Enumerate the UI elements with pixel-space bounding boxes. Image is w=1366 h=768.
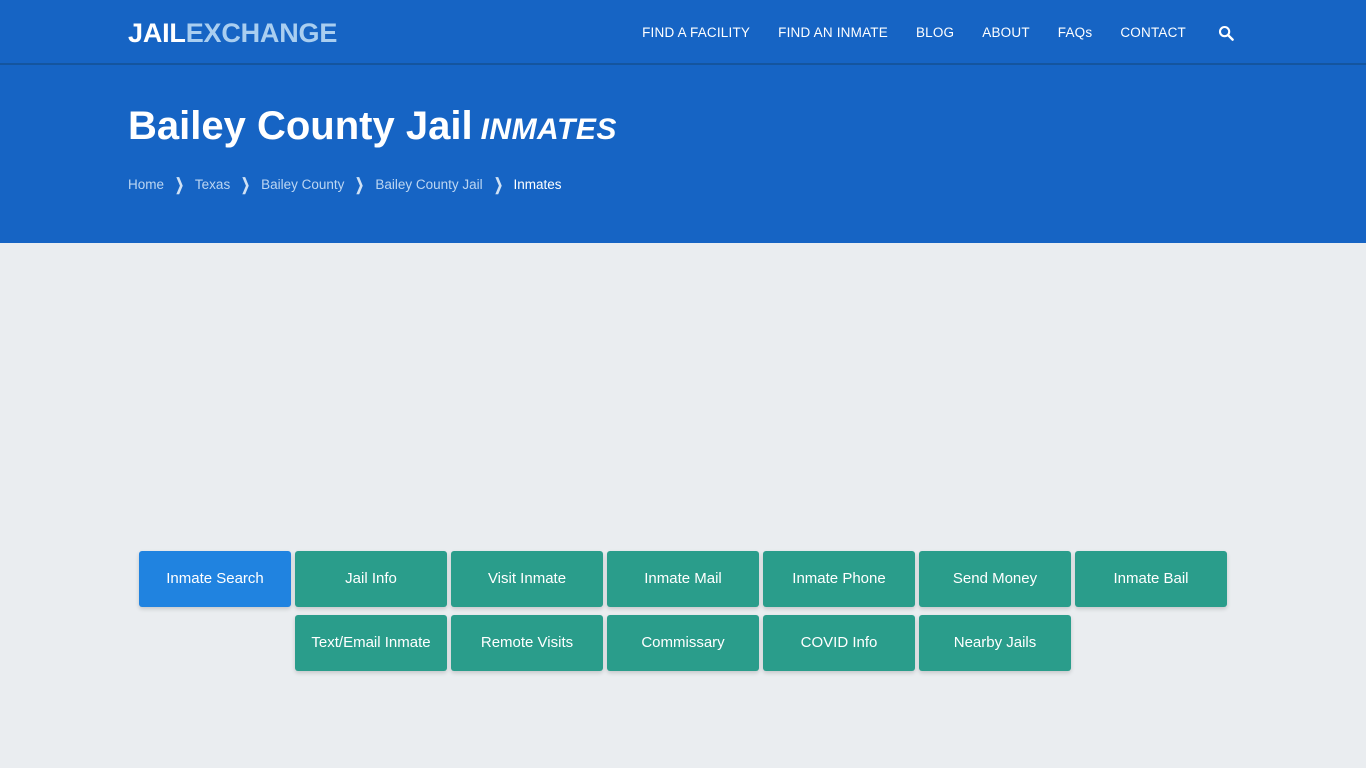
breadcrumb-separator-icon: ❯ bbox=[241, 175, 251, 194]
tab-jail-info[interactable]: Jail Info bbox=[295, 551, 447, 607]
tab-row-secondary: Text/Email Inmate Remote Visits Commissa… bbox=[139, 615, 1229, 671]
logo-text-secondary: EXCHANGE bbox=[185, 18, 338, 48]
tab-inmate-mail[interactable]: Inmate Mail bbox=[607, 551, 759, 607]
main-navigation: FIND A FACILITY FIND AN INMATE BLOG ABOU… bbox=[628, 0, 1238, 65]
tab-inmate-phone[interactable]: Inmate Phone bbox=[763, 551, 915, 607]
breadcrumb-separator-icon: ❯ bbox=[355, 175, 365, 194]
search-button[interactable] bbox=[1200, 25, 1238, 41]
tab-nearby-jails[interactable]: Nearby Jails bbox=[919, 615, 1071, 671]
page-title: Bailey County Jail INMATES bbox=[128, 65, 1238, 153]
nav-item-blog[interactable]: BLOG bbox=[902, 0, 968, 65]
tab-remote-visits[interactable]: Remote Visits bbox=[451, 615, 603, 671]
breadcrumb: Home ❯ Texas ❯ Bailey County ❯ Bailey Co… bbox=[128, 175, 1238, 194]
breadcrumb-separator-icon: ❯ bbox=[493, 175, 503, 194]
top-navbar: JAILEXCHANGE FIND A FACILITY FIND AN INM… bbox=[0, 0, 1366, 65]
nav-item-find-a-facility[interactable]: FIND A FACILITY bbox=[628, 0, 764, 65]
main-content: Inmate Search Jail Info Visit Inmate Inm… bbox=[0, 243, 1366, 768]
hero-content: Bailey County Jail INMATES Home ❯ Texas ❯… bbox=[128, 65, 1238, 194]
tab-covid-info[interactable]: COVID Info bbox=[763, 615, 915, 671]
breadcrumb-item-bailey-county-jail[interactable]: Bailey County Jail bbox=[375, 177, 482, 193]
nav-item-about[interactable]: ABOUT bbox=[968, 0, 1044, 65]
page-title-suffix: INMATES bbox=[480, 113, 617, 146]
nav-item-contact[interactable]: CONTACT bbox=[1106, 0, 1200, 65]
facility-tab-strip: Inmate Search Jail Info Visit Inmate Inm… bbox=[139, 551, 1229, 679]
search-icon bbox=[1218, 25, 1234, 41]
page-title-main: Bailey County Jail bbox=[128, 104, 473, 148]
breadcrumb-item-home[interactable]: Home bbox=[128, 177, 164, 193]
tab-row-primary: Inmate Search Jail Info Visit Inmate Inm… bbox=[139, 551, 1229, 607]
tab-inmate-bail[interactable]: Inmate Bail bbox=[1075, 551, 1227, 607]
hero-banner: Bailey County Jail INMATES Home ❯ Texas ❯… bbox=[0, 65, 1366, 243]
tab-commissary[interactable]: Commissary bbox=[607, 615, 759, 671]
breadcrumb-item-texas[interactable]: Texas bbox=[195, 177, 230, 193]
breadcrumb-item-inmates: Inmates bbox=[513, 177, 562, 192]
nav-item-find-an-inmate[interactable]: FIND AN INMATE bbox=[764, 0, 902, 65]
breadcrumb-item-bailey-county[interactable]: Bailey County bbox=[261, 177, 344, 193]
nav-item-faqs[interactable]: FAQs bbox=[1044, 0, 1107, 65]
logo-text-primary: JAIL bbox=[128, 18, 186, 48]
site-logo[interactable]: JAILEXCHANGE bbox=[128, 18, 337, 48]
tab-send-money[interactable]: Send Money bbox=[919, 551, 1071, 607]
breadcrumb-separator-icon: ❯ bbox=[175, 175, 184, 194]
tab-inmate-search[interactable]: Inmate Search bbox=[139, 551, 291, 607]
tab-visit-inmate[interactable]: Visit Inmate bbox=[451, 551, 603, 607]
tab-text-email-inmate[interactable]: Text/Email Inmate bbox=[295, 615, 447, 671]
